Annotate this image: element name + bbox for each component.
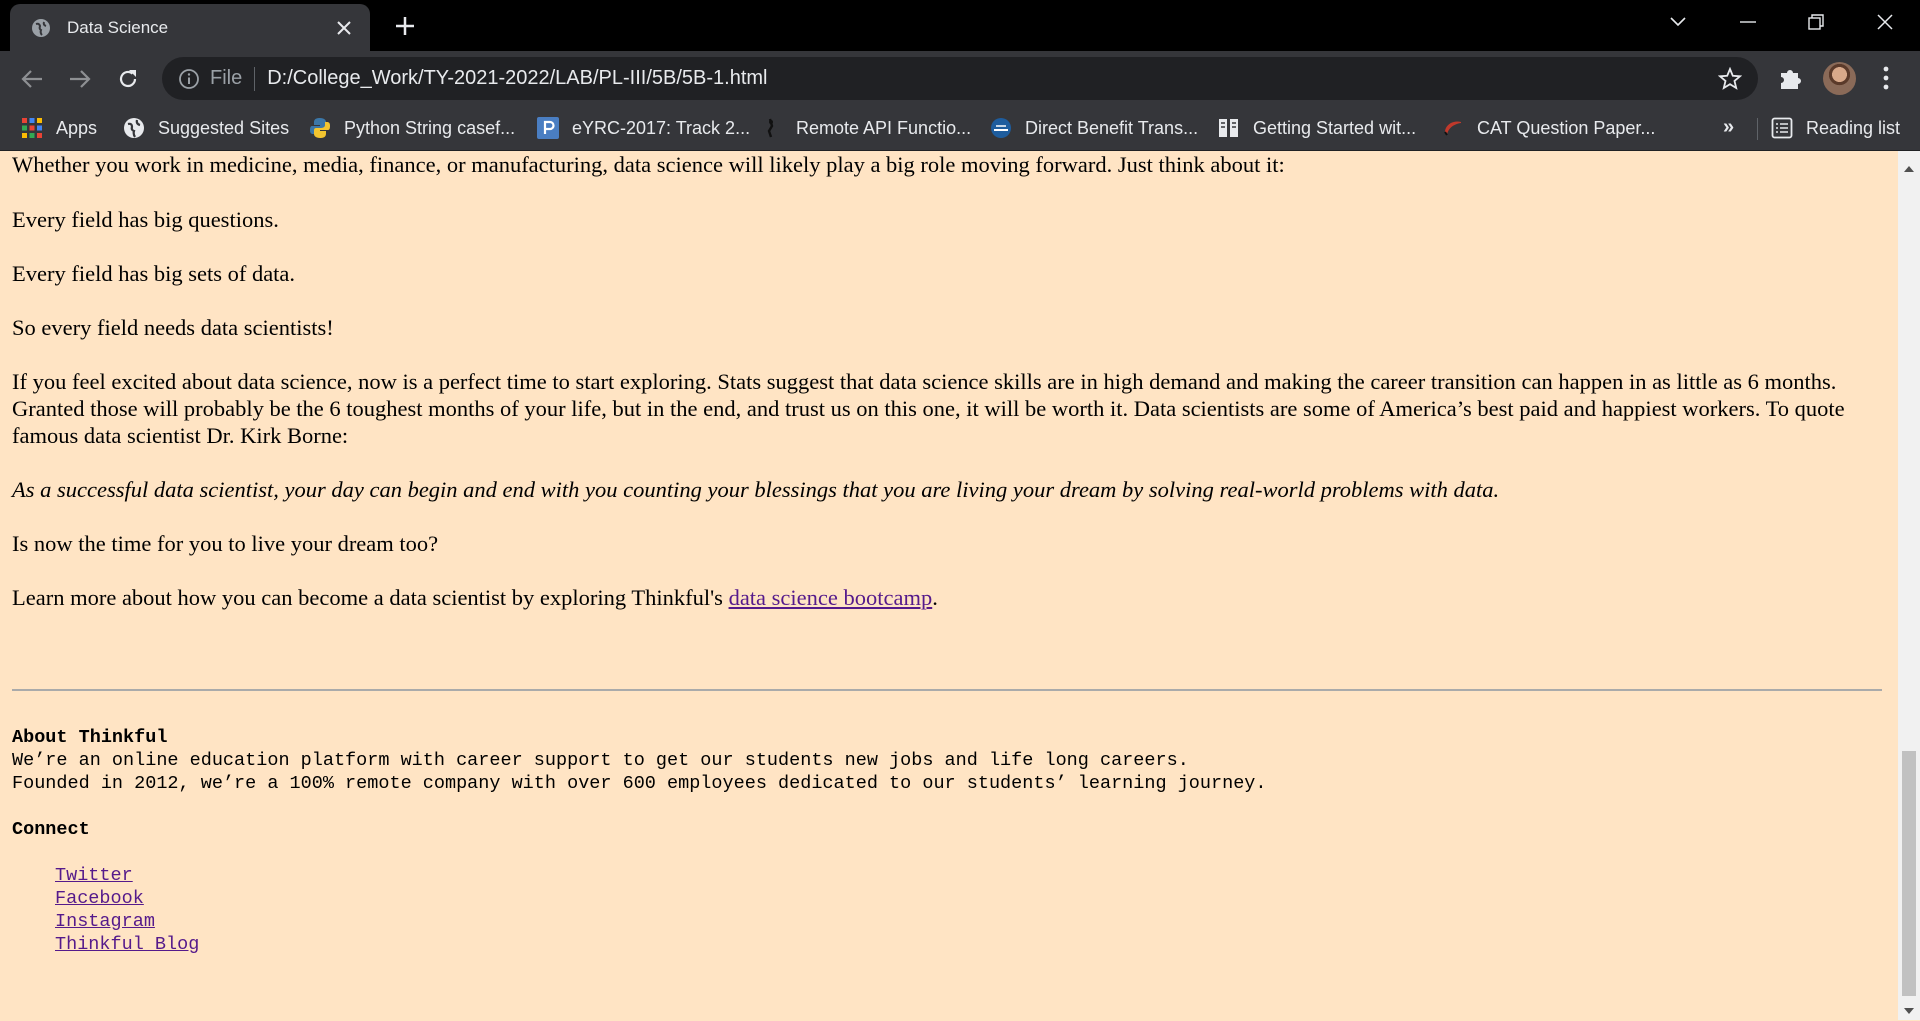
facebook-link[interactable]: Facebook: [55, 887, 1267, 910]
globe-icon: [31, 18, 51, 38]
bookmarks-bar: Apps Suggested Sites Python String casef…: [0, 106, 1920, 151]
globe-icon: [123, 117, 145, 139]
scroll-up-arrow-icon[interactable]: [1903, 161, 1915, 172]
tab-strip: Data Science: [0, 0, 1920, 51]
apps-grid-icon: [21, 117, 43, 139]
paragraph-big-questions: Every field has big questions.: [12, 207, 279, 232]
reading-list-icon: [1771, 117, 1793, 139]
cat-icon: [1442, 117, 1464, 139]
about-heading: About Thinkful: [12, 727, 168, 748]
tab-search-chevron-icon[interactable]: [1662, 10, 1694, 34]
kebab-menu-icon[interactable]: [1874, 65, 1898, 91]
thinkful-blog-link[interactable]: Thinkful Blog: [55, 933, 1267, 956]
about-line-2: Founded in 2012, we’re a 100% remote com…: [12, 773, 1267, 794]
footer-spacer: [12, 841, 1267, 864]
robot-icon: [761, 117, 783, 139]
instagram-link[interactable]: Instagram: [55, 910, 1267, 933]
omnibox-separator: [254, 66, 256, 91]
extensions-puzzle-icon[interactable]: [1778, 65, 1804, 91]
learn-more-period: .: [932, 585, 938, 610]
bookmark-label: Remote API Functio...: [796, 117, 972, 138]
footer: About Thinkful We’re an online education…: [12, 726, 1267, 956]
bookmark-eyrc[interactable]: eYRC-2017: Track 2...: [537, 106, 750, 150]
close-tab-icon[interactable]: [332, 16, 356, 40]
new-tab-icon[interactable]: [392, 13, 418, 39]
bookmark-dbt[interactable]: Direct Benefit Trans...: [990, 106, 1198, 150]
bookmark-label: eYRC-2017: Track 2...: [572, 117, 751, 138]
bookmark-label: Apps: [56, 117, 98, 138]
dbt-icon: [990, 117, 1012, 139]
restore-icon[interactable]: [1800, 10, 1832, 34]
about-line-1: We’re an online education platform with …: [12, 750, 1189, 771]
info-icon[interactable]: [178, 68, 200, 90]
python-icon: [309, 117, 331, 139]
bookmark-getting-started[interactable]: Getting Started wit...: [1218, 106, 1416, 150]
reading-list-label: Reading list: [1806, 117, 1901, 138]
paragraph-needs-scientists: So every field needs data scientists!: [12, 315, 334, 340]
scroll-down-arrow-icon[interactable]: [1903, 1003, 1915, 1014]
back-arrow-icon[interactable]: [18, 65, 46, 93]
bookmark-star-icon[interactable]: [1717, 66, 1743, 91]
bookmark-remote-api[interactable]: Remote API Functio...: [761, 106, 971, 150]
bookmarks-separator: [1757, 118, 1758, 140]
twitter-link[interactable]: Twitter: [55, 864, 1267, 887]
bookmark-label: Direct Benefit Trans...: [1025, 117, 1199, 138]
connect-heading: Connect: [12, 819, 90, 840]
social-links: Twitter Facebook Instagram Thinkful Blog: [55, 864, 1267, 956]
bootcamp-link[interactable]: data science bootcamp: [729, 585, 933, 610]
url-scheme: File: [210, 67, 243, 89]
tab-title: Data Science: [67, 17, 169, 37]
profile-avatar[interactable]: [1823, 62, 1856, 95]
bookmark-label: Getting Started wit...: [1253, 117, 1417, 138]
minimize-icon[interactable]: [1732, 10, 1764, 34]
scrollbar-thumb[interactable]: [1902, 751, 1916, 996]
bookmark-label: Suggested Sites: [158, 117, 290, 138]
paragraph-intro: Whether you work in medicine, media, fin…: [12, 152, 1285, 177]
bookmark-cat-question[interactable]: CAT Question Paper...: [1442, 106, 1655, 150]
paragraph-learn-more: Learn more about how you can become a da…: [12, 584, 1884, 611]
paragraph-big-data: Every field has big sets of data.: [12, 261, 296, 286]
quote: As a successful data scientist, your day…: [12, 477, 1500, 502]
paragraph-excited: If you feel excited about data science, …: [12, 369, 1845, 448]
url-text[interactable]: D:/College_Work/TY-2021-2022/LAB/PL-III/…: [267, 67, 767, 90]
active-tab[interactable]: Data Science: [10, 4, 370, 51]
page-viewport: Whether you work in medicine, media, fin…: [0, 151, 1898, 1020]
book-icon: [1218, 117, 1240, 139]
paragraph-live-dream: Is now the time for you to live your dre…: [12, 531, 439, 556]
footer-divider: [12, 689, 1882, 691]
learn-more-text: Learn more about how you can become a da…: [12, 585, 729, 610]
footer-spacer: [12, 795, 1267, 818]
reading-list-button[interactable]: Reading list: [1771, 106, 1900, 150]
vertical-scrollbar[interactable]: [1898, 151, 1920, 1020]
bookmark-suggested-sites[interactable]: Suggested Sites: [123, 106, 289, 150]
more-bookmarks-chevron-icon[interactable]: »: [1723, 116, 1734, 139]
close-window-icon[interactable]: [1869, 10, 1901, 34]
reload-icon[interactable]: [114, 65, 142, 93]
address-bar[interactable]: File D:/College_Work/TY-2021-2022/LAB/PL…: [162, 57, 1758, 100]
bookmark-label: CAT Question Paper...: [1477, 117, 1656, 138]
bookmark-label: Python String casef...: [344, 117, 516, 138]
forward-arrow-icon[interactable]: [66, 65, 94, 93]
bookmark-python-string[interactable]: Python String casef...: [309, 106, 515, 150]
p-logo-icon: [537, 117, 559, 139]
browser-toolbar: File D:/College_Work/TY-2021-2022/LAB/PL…: [0, 51, 1920, 106]
bookmark-apps[interactable]: Apps: [21, 106, 97, 150]
